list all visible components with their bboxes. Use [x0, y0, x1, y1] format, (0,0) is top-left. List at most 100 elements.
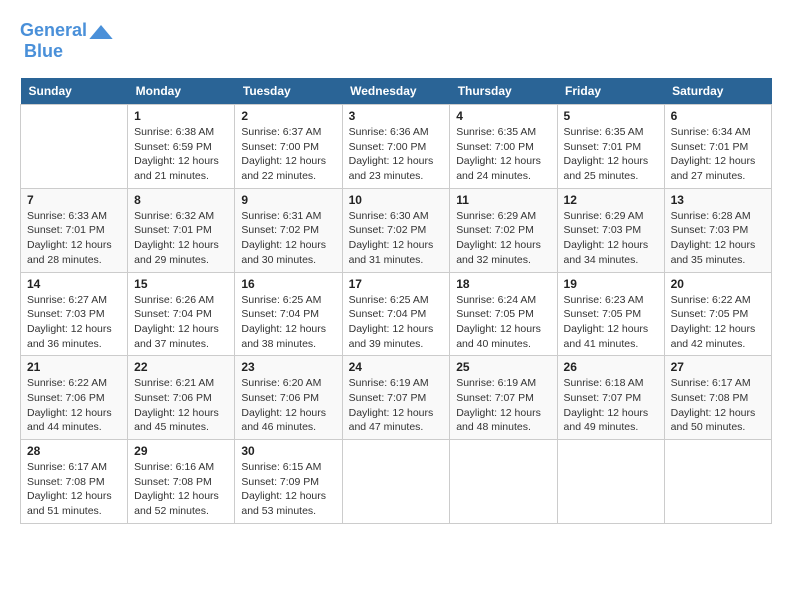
day-info: Sunrise: 6:35 AM Sunset: 7:01 PM Dayligh…: [564, 125, 658, 184]
day-info: Sunrise: 6:27 AM Sunset: 7:03 PM Dayligh…: [27, 293, 121, 352]
calendar-cell: 11 Sunrise: 6:29 AM Sunset: 7:02 PM Dayli…: [450, 188, 557, 272]
calendar-cell: [450, 440, 557, 524]
day-info: Sunrise: 6:21 AM Sunset: 7:06 PM Dayligh…: [134, 376, 228, 435]
day-number: 24: [349, 360, 444, 374]
day-info: Sunrise: 6:20 AM Sunset: 7:06 PM Dayligh…: [241, 376, 335, 435]
day-number: 11: [456, 193, 550, 207]
day-info: Sunrise: 6:19 AM Sunset: 7:07 PM Dayligh…: [349, 376, 444, 435]
day-number: 28: [27, 444, 121, 458]
day-info: Sunrise: 6:25 AM Sunset: 7:04 PM Dayligh…: [241, 293, 335, 352]
calendar-cell: [664, 440, 771, 524]
calendar-cell: [21, 105, 128, 189]
day-number: 8: [134, 193, 228, 207]
day-number: 29: [134, 444, 228, 458]
logo-text: General: [20, 20, 87, 41]
day-number: 10: [349, 193, 444, 207]
day-info: Sunrise: 6:22 AM Sunset: 7:05 PM Dayligh…: [671, 293, 765, 352]
day-number: 9: [241, 193, 335, 207]
calendar-week-row: 1 Sunrise: 6:38 AM Sunset: 6:59 PM Daylig…: [21, 105, 772, 189]
day-number: 21: [27, 360, 121, 374]
day-number: 1: [134, 109, 228, 123]
calendar-table: SundayMondayTuesdayWednesdayThursdayFrid…: [20, 78, 772, 524]
day-number: 14: [27, 277, 121, 291]
day-info: Sunrise: 6:29 AM Sunset: 7:03 PM Dayligh…: [564, 209, 658, 268]
day-info: Sunrise: 6:32 AM Sunset: 7:01 PM Dayligh…: [134, 209, 228, 268]
day-info: Sunrise: 6:34 AM Sunset: 7:01 PM Dayligh…: [671, 125, 765, 184]
day-info: Sunrise: 6:29 AM Sunset: 7:02 PM Dayligh…: [456, 209, 550, 268]
calendar-week-row: 21 Sunrise: 6:22 AM Sunset: 7:06 PM Dayli…: [21, 356, 772, 440]
day-info: Sunrise: 6:16 AM Sunset: 7:08 PM Dayligh…: [134, 460, 228, 519]
day-info: Sunrise: 6:18 AM Sunset: 7:07 PM Dayligh…: [564, 376, 658, 435]
day-number: 13: [671, 193, 765, 207]
day-info: Sunrise: 6:22 AM Sunset: 7:06 PM Dayligh…: [27, 376, 121, 435]
calendar-cell: 12 Sunrise: 6:29 AM Sunset: 7:03 PM Dayli…: [557, 188, 664, 272]
day-info: Sunrise: 6:35 AM Sunset: 7:00 PM Dayligh…: [456, 125, 550, 184]
calendar-cell: 21 Sunrise: 6:22 AM Sunset: 7:06 PM Dayli…: [21, 356, 128, 440]
logo-icon: [89, 25, 113, 39]
calendar-cell: 3Sunrise: 6:36 AM Sunset: 7:00 PM Daylig…: [342, 105, 450, 189]
column-header-thursday: Thursday: [450, 78, 557, 105]
day-number: 2: [241, 109, 335, 123]
calendar-cell: 20Sunrise: 6:22 AM Sunset: 7:05 PM Dayli…: [664, 272, 771, 356]
day-info: Sunrise: 6:33 AM Sunset: 7:01 PM Dayligh…: [27, 209, 121, 268]
calendar-cell: 7 Sunrise: 6:33 AM Sunset: 7:01 PM Daylig…: [21, 188, 128, 272]
column-header-wednesday: Wednesday: [342, 78, 450, 105]
calendar-cell: 5 Sunrise: 6:35 AM Sunset: 7:01 PM Daylig…: [557, 105, 664, 189]
day-info: Sunrise: 6:24 AM Sunset: 7:05 PM Dayligh…: [456, 293, 550, 352]
calendar-cell: 18Sunrise: 6:24 AM Sunset: 7:05 PM Dayli…: [450, 272, 557, 356]
day-info: Sunrise: 6:23 AM Sunset: 7:05 PM Dayligh…: [564, 293, 658, 352]
calendar-cell: 29 Sunrise: 6:16 AM Sunset: 7:08 PM Dayli…: [128, 440, 235, 524]
calendar-cell: 17Sunrise: 6:25 AM Sunset: 7:04 PM Dayli…: [342, 272, 450, 356]
calendar-cell: 26 Sunrise: 6:18 AM Sunset: 7:07 PM Dayli…: [557, 356, 664, 440]
column-header-tuesday: Tuesday: [235, 78, 342, 105]
calendar-cell: 15Sunrise: 6:26 AM Sunset: 7:04 PM Dayli…: [128, 272, 235, 356]
calendar-cell: 4 Sunrise: 6:35 AM Sunset: 7:00 PM Daylig…: [450, 105, 557, 189]
calendar-week-row: 7 Sunrise: 6:33 AM Sunset: 7:01 PM Daylig…: [21, 188, 772, 272]
day-number: 6: [671, 109, 765, 123]
logo-blue-text: Blue: [24, 41, 63, 61]
calendar-cell: 30 Sunrise: 6:15 AM Sunset: 7:09 PM Dayli…: [235, 440, 342, 524]
calendar-cell: 8 Sunrise: 6:32 AM Sunset: 7:01 PM Daylig…: [128, 188, 235, 272]
day-number: 22: [134, 360, 228, 374]
day-info: Sunrise: 6:38 AM Sunset: 6:59 PM Dayligh…: [134, 125, 228, 184]
day-number: 19: [564, 277, 658, 291]
day-number: 25: [456, 360, 550, 374]
calendar-cell: 14 Sunrise: 6:27 AM Sunset: 7:03 PM Dayli…: [21, 272, 128, 356]
day-info: Sunrise: 6:25 AM Sunset: 7:04 PM Dayligh…: [349, 293, 444, 352]
calendar-cell: 28 Sunrise: 6:17 AM Sunset: 7:08 PM Dayli…: [21, 440, 128, 524]
column-header-friday: Friday: [557, 78, 664, 105]
column-header-monday: Monday: [128, 78, 235, 105]
calendar-cell: 27Sunrise: 6:17 AM Sunset: 7:08 PM Dayli…: [664, 356, 771, 440]
calendar-cell: 10 Sunrise: 6:30 AM Sunset: 7:02 PM Dayli…: [342, 188, 450, 272]
day-info: Sunrise: 6:36 AM Sunset: 7:00 PM Dayligh…: [349, 125, 444, 184]
calendar-cell: 22 Sunrise: 6:21 AM Sunset: 7:06 PM Dayli…: [128, 356, 235, 440]
calendar-cell: 6 Sunrise: 6:34 AM Sunset: 7:01 PM Daylig…: [664, 105, 771, 189]
column-header-sunday: Sunday: [21, 78, 128, 105]
day-info: Sunrise: 6:15 AM Sunset: 7:09 PM Dayligh…: [241, 460, 335, 519]
day-info: Sunrise: 6:17 AM Sunset: 7:08 PM Dayligh…: [27, 460, 121, 519]
calendar-cell: 23 Sunrise: 6:20 AM Sunset: 7:06 PM Dayli…: [235, 356, 342, 440]
calendar-cell: 19 Sunrise: 6:23 AM Sunset: 7:05 PM Dayli…: [557, 272, 664, 356]
day-number: 12: [564, 193, 658, 207]
calendar-cell: 2Sunrise: 6:37 AM Sunset: 7:00 PM Daylig…: [235, 105, 342, 189]
day-number: 15: [134, 277, 228, 291]
day-info: Sunrise: 6:19 AM Sunset: 7:07 PM Dayligh…: [456, 376, 550, 435]
day-number: 30: [241, 444, 335, 458]
day-info: Sunrise: 6:28 AM Sunset: 7:03 PM Dayligh…: [671, 209, 765, 268]
day-info: Sunrise: 6:31 AM Sunset: 7:02 PM Dayligh…: [241, 209, 335, 268]
calendar-cell: [557, 440, 664, 524]
logo: General Blue: [20, 20, 113, 62]
day-number: 23: [241, 360, 335, 374]
day-info: Sunrise: 6:30 AM Sunset: 7:02 PM Dayligh…: [349, 209, 444, 268]
day-number: 26: [564, 360, 658, 374]
calendar-week-row: 28 Sunrise: 6:17 AM Sunset: 7:08 PM Dayli…: [21, 440, 772, 524]
calendar-cell: 9 Sunrise: 6:31 AM Sunset: 7:02 PM Daylig…: [235, 188, 342, 272]
day-number: 27: [671, 360, 765, 374]
day-number: 5: [564, 109, 658, 123]
calendar-cell: [342, 440, 450, 524]
day-number: 7: [27, 193, 121, 207]
column-header-saturday: Saturday: [664, 78, 771, 105]
calendar-cell: 25 Sunrise: 6:19 AM Sunset: 7:07 PM Dayli…: [450, 356, 557, 440]
page-header: General Blue: [20, 20, 772, 62]
day-number: 4: [456, 109, 550, 123]
